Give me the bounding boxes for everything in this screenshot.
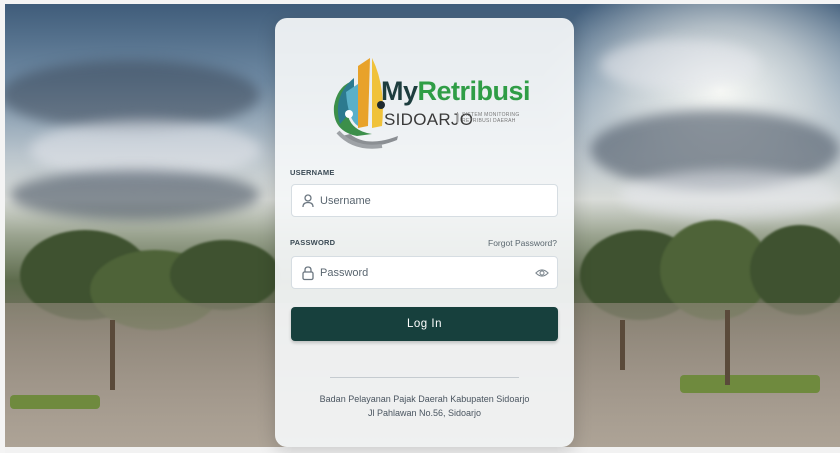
divider <box>330 377 519 378</box>
brand-tagline: SISTEM MONITORING RETRIBUSI DAERAH <box>457 112 537 124</box>
footer-agency: Badan Pelayanan Pajak Daerah Kabupaten S… <box>319 394 530 404</box>
username-field[interactable] <box>291 184 558 217</box>
forgot-password-link[interactable]: Forgot Password? <box>488 238 557 248</box>
brand-title: MyRetribusi <box>381 76 531 106</box>
username-input[interactable] <box>320 185 530 216</box>
password-label: PASSWORD <box>290 238 336 247</box>
login-button[interactable]: Log In <box>291 307 558 341</box>
user-icon <box>302 194 314 208</box>
password-field[interactable] <box>291 256 558 289</box>
footer-address: Jl Pahlawan No.56, Sidoarjo <box>367 408 482 418</box>
password-input[interactable] <box>320 257 530 288</box>
login-card: MyRetribusi SIDOARJO SISTEM MONITORING R… <box>275 18 574 447</box>
lock-icon <box>302 266 314 281</box>
username-label: USERNAME <box>290 168 335 177</box>
eye-icon[interactable] <box>535 266 549 280</box>
